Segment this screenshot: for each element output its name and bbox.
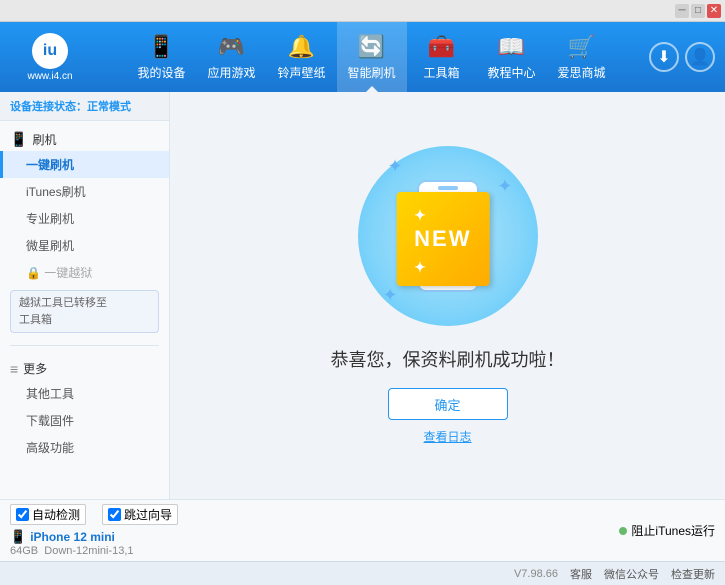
header-right: ⬇ 👤 bbox=[643, 42, 725, 72]
itunes-label: 阻止iTunes运行 bbox=[631, 522, 715, 539]
device-name-text: iPhone 12 mini bbox=[30, 530, 115, 544]
sparkle-3: ✦ bbox=[383, 285, 398, 306]
header: iu www.i4.cn 📱 我的设备 🎮 应用游戏 🔔 铃声壁纸 🔄 智能刷机… bbox=[0, 22, 725, 92]
itunes-dot bbox=[619, 527, 627, 535]
version-text: V7.98.66 bbox=[514, 568, 558, 580]
sidebar-item-download-firmware[interactable]: 下载固件 bbox=[0, 407, 169, 434]
sidebar-divider bbox=[10, 345, 159, 346]
nav-label-toolbox: 工具箱 bbox=[423, 64, 459, 81]
nav-label-ringtone: 铃声壁纸 bbox=[277, 64, 325, 81]
smart-flash-icon: 🔄 bbox=[358, 34, 385, 60]
checkbox-area: 自动检测 跳过向导 bbox=[10, 504, 188, 525]
check-update-link[interactable]: 检查更新 bbox=[671, 566, 715, 582]
flash-group-icon: 📱 bbox=[10, 131, 27, 148]
sidebar-item-advanced[interactable]: 高级功能 bbox=[0, 434, 169, 461]
nav-item-app-game[interactable]: 🎮 应用游戏 bbox=[197, 22, 267, 92]
maximize-button[interactable]: □ bbox=[691, 4, 705, 18]
download-button[interactable]: ⬇ bbox=[649, 42, 679, 72]
store-icon: 🛒 bbox=[568, 34, 595, 60]
sparkle-2: ✦ bbox=[497, 176, 512, 197]
ringtone-icon: 🔔 bbox=[288, 34, 315, 60]
wechat-official-link[interactable]: 微信公众号 bbox=[604, 566, 659, 582]
sidebar: 设备连接状态：正常模式 📱 刷机 一键刷机 iTunes刷机 专业刷机 微星刷机… bbox=[0, 92, 170, 499]
sidebar-item-micro-flash[interactable]: 微星刷机 bbox=[0, 232, 169, 259]
sidebar-item-other-tools[interactable]: 其他工具 bbox=[0, 380, 169, 407]
logo-url: www.i4.cn bbox=[27, 71, 72, 82]
nav-item-store[interactable]: 🛒 爱思商城 bbox=[547, 22, 617, 92]
logo-icon: iu bbox=[32, 33, 68, 69]
skip-guide-checkbox-label[interactable]: 跳过向导 bbox=[102, 504, 178, 525]
auto-detect-label: 自动检测 bbox=[32, 506, 80, 523]
nav-label-my-device: 我的设备 bbox=[137, 64, 185, 81]
nav-item-ringtone[interactable]: 🔔 铃声壁纸 bbox=[267, 22, 337, 92]
illustration-area: ✦ ✦ ✦ NEW bbox=[368, 146, 528, 326]
app-game-icon: 🎮 bbox=[218, 34, 245, 60]
sidebar-item-itunes-flash[interactable]: iTunes刷机 bbox=[0, 178, 169, 205]
device-name-row: 📱 iPhone 12 mini bbox=[10, 529, 188, 545]
device-icon: 📱 bbox=[10, 529, 26, 545]
bottom-bar: V7.98.66 客服 微信公众号 检查更新 bbox=[0, 561, 725, 585]
guide-link[interactable]: 查看日志 bbox=[423, 428, 471, 445]
auto-detect-checkbox-label[interactable]: 自动检测 bbox=[10, 504, 86, 525]
skip-guide-label: 跳过向导 bbox=[124, 506, 172, 523]
minimize-button[interactable]: ─ bbox=[675, 4, 689, 18]
more-group-label: 更多 bbox=[23, 360, 47, 377]
titlebar: ─ □ ✕ bbox=[0, 0, 725, 22]
nav-label-app-game: 应用游戏 bbox=[207, 64, 255, 81]
flash-section: 📱 刷机 一键刷机 iTunes刷机 专业刷机 微星刷机 🔒 一键越狱 越狱工具… bbox=[0, 121, 169, 341]
success-message: 恭喜您，保资料刷机成功啦！ bbox=[331, 346, 565, 372]
phone-illustration: ✦ ✦ ✦ NEW bbox=[368, 146, 528, 326]
confirm-button[interactable]: 确定 bbox=[388, 388, 508, 420]
connection-status: 设备连接状态：正常模式 bbox=[0, 92, 169, 121]
sidebar-item-one-click-flash[interactable]: 一键刷机 bbox=[0, 151, 169, 178]
bottom-right: V7.98.66 客服 微信公众号 检查更新 bbox=[514, 566, 715, 582]
tutorial-icon: 📖 bbox=[498, 34, 525, 60]
jailbreak-notice: 越狱工具已转移至 工具箱 bbox=[10, 290, 159, 333]
status-value: 正常模式 bbox=[87, 101, 131, 113]
nav-item-smart-flash[interactable]: 🔄 智能刷机 bbox=[337, 22, 407, 92]
sparkle-1: ✦ bbox=[388, 156, 403, 177]
user-button[interactable]: 👤 bbox=[685, 42, 715, 72]
nav-label-tutorial: 教程中心 bbox=[487, 64, 535, 81]
device-strip-left: 自动检测 跳过向导 📱 iPhone 12 mini 64GB Down-12m… bbox=[10, 504, 188, 557]
status-label: 设备连接状态： bbox=[10, 101, 87, 113]
nav-item-toolbox[interactable]: 🧰 工具箱 bbox=[407, 22, 477, 92]
skip-guide-checkbox[interactable] bbox=[108, 508, 121, 521]
my-device-icon: 📱 bbox=[148, 34, 175, 60]
device-strip: 自动检测 跳过向导 📱 iPhone 12 mini 64GB Down-12m… bbox=[0, 499, 725, 561]
flash-group-label: 刷机 bbox=[32, 131, 56, 148]
flash-group-header: 📱 刷机 bbox=[0, 125, 169, 151]
nav-bar: 📱 我的设备 🎮 应用游戏 🔔 铃声壁纸 🔄 智能刷机 🧰 工具箱 📖 教程中心… bbox=[100, 22, 643, 92]
device-info: 📱 iPhone 12 mini 64GB Down-12mini-13,1 bbox=[10, 529, 188, 557]
nav-item-my-device[interactable]: 📱 我的设备 bbox=[127, 22, 197, 92]
toolbox-icon: 🧰 bbox=[428, 34, 455, 60]
logo-area: iu www.i4.cn bbox=[0, 33, 100, 82]
nav-label-store: 爱思商城 bbox=[557, 64, 605, 81]
sidebar-item-one-click-jailbreak: 🔒 一键越狱 bbox=[0, 259, 169, 286]
more-group-header: ≡ 更多 bbox=[0, 354, 169, 380]
itunes-status: 阻止iTunes运行 bbox=[619, 522, 715, 539]
nav-label-smart-flash: 智能刷机 bbox=[347, 64, 395, 81]
new-ribbon: NEW bbox=[396, 192, 489, 286]
main-area: 设备连接状态：正常模式 📱 刷机 一键刷机 iTunes刷机 专业刷机 微星刷机… bbox=[0, 92, 725, 499]
device-storage: 64GB bbox=[10, 545, 38, 557]
auto-detect-checkbox[interactable] bbox=[16, 508, 29, 521]
close-button[interactable]: ✕ bbox=[707, 4, 721, 18]
device-details: 64GB Down-12mini-13,1 bbox=[10, 545, 188, 557]
more-group-icon: ≡ bbox=[10, 361, 18, 377]
nav-item-tutorial[interactable]: 📖 教程中心 bbox=[477, 22, 547, 92]
content-area: ✦ ✦ ✦ NEW bbox=[170, 92, 725, 499]
more-section: ≡ 更多 其他工具 下载固件 高级功能 bbox=[0, 350, 169, 465]
device-model: Down-12mini-13,1 bbox=[44, 545, 133, 557]
sidebar-item-pro-flash[interactable]: 专业刷机 bbox=[0, 205, 169, 232]
customer-service-link[interactable]: 客服 bbox=[570, 566, 592, 582]
